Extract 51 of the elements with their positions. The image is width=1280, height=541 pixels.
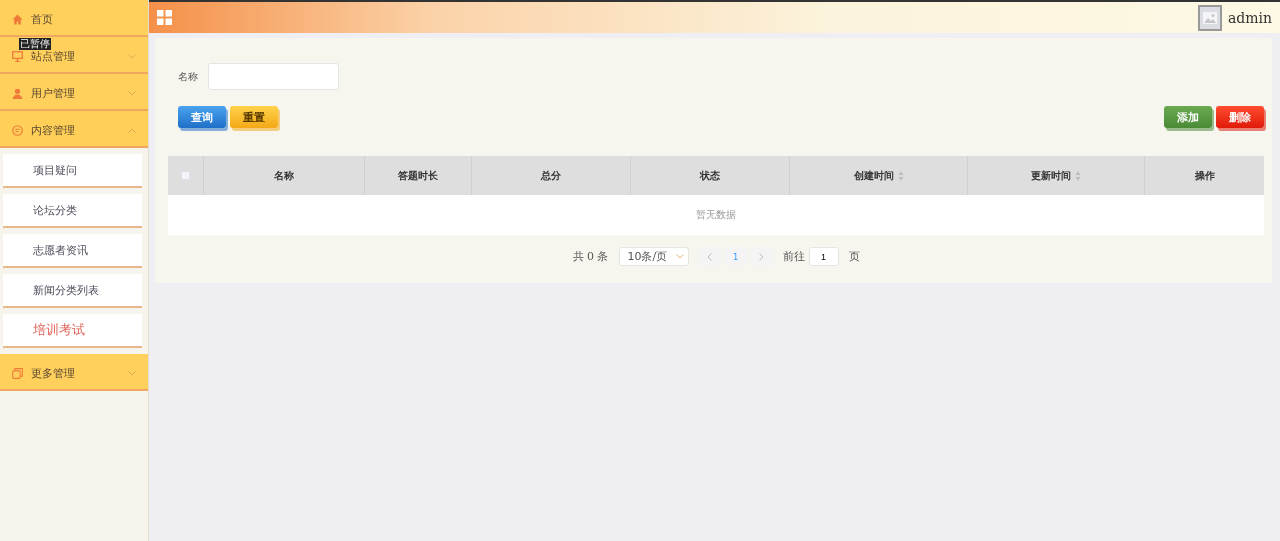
menu-item[interactable]: 首页	[0, 0, 148, 37]
column-header: 创建时间	[853, 168, 894, 183]
submenu-item[interactable]: 项目疑问	[3, 154, 142, 188]
copy-icon	[12, 368, 23, 379]
prev-page-button[interactable]	[698, 247, 721, 266]
submenu-item[interactable]: 志愿者资讯	[3, 234, 142, 268]
page-size-select[interactable]: 10条/页	[618, 247, 689, 266]
menu-item[interactable]: 用户管理	[0, 74, 148, 111]
empty-message: 暂无数据	[696, 208, 736, 222]
column-header: 名称	[274, 168, 294, 183]
user-icon	[12, 88, 23, 99]
menu-label: 站点管理	[31, 49, 76, 64]
menu-label: 更多管理	[31, 366, 76, 381]
menu-label: 用户管理	[31, 86, 76, 101]
menu-label: 内容管理	[31, 123, 76, 138]
chat-icon	[12, 125, 23, 136]
add-button[interactable]: 添加	[1164, 106, 1212, 128]
home-icon	[12, 14, 23, 25]
grid-menu-icon[interactable]	[157, 10, 172, 25]
column-header: 总分	[541, 168, 561, 183]
page-size-value: 10条/页	[627, 249, 668, 264]
delete-button[interactable]: 删除	[1216, 106, 1264, 128]
field-label: 名称	[178, 69, 198, 84]
paused-badge: 已暂停	[19, 38, 51, 50]
column-header: 操作	[1194, 168, 1215, 183]
avatar[interactable]	[1197, 4, 1222, 31]
select-all-checkbox[interactable]	[181, 171, 190, 180]
submenu-item[interactable]: 论坛分类	[3, 194, 142, 228]
sort-icon[interactable]	[897, 170, 904, 181]
column-header: 更新时间	[1031, 168, 1071, 183]
page-suffix: 页	[848, 249, 860, 264]
chevron-down-icon	[675, 254, 684, 259]
submenu-item[interactable]: 新闻分类列表	[3, 274, 142, 308]
monitor-icon	[12, 51, 23, 62]
menu-item[interactable]: 更多管理	[0, 354, 148, 391]
submenu-item[interactable]: 培训考试	[3, 314, 142, 348]
username[interactable]: admin	[1227, 9, 1272, 26]
sort-icon[interactable]	[1075, 170, 1081, 181]
goto-page-field[interactable]: 1	[808, 247, 839, 266]
total-count: 共 0 条	[572, 249, 609, 264]
query-button[interactable]: 查询	[178, 106, 226, 128]
name-field[interactable]	[208, 63, 339, 90]
column-header: 状态	[700, 168, 720, 183]
chevron-left-icon	[707, 252, 712, 261]
next-page-button[interactable]	[750, 247, 773, 266]
image-icon	[1202, 11, 1217, 24]
reset-button[interactable]: 重置	[230, 106, 278, 128]
menu-label: 首页	[31, 12, 54, 27]
chevron-right-icon	[759, 252, 764, 261]
column-header: 答题时长	[398, 168, 438, 183]
goto-label: 前往	[782, 249, 805, 264]
